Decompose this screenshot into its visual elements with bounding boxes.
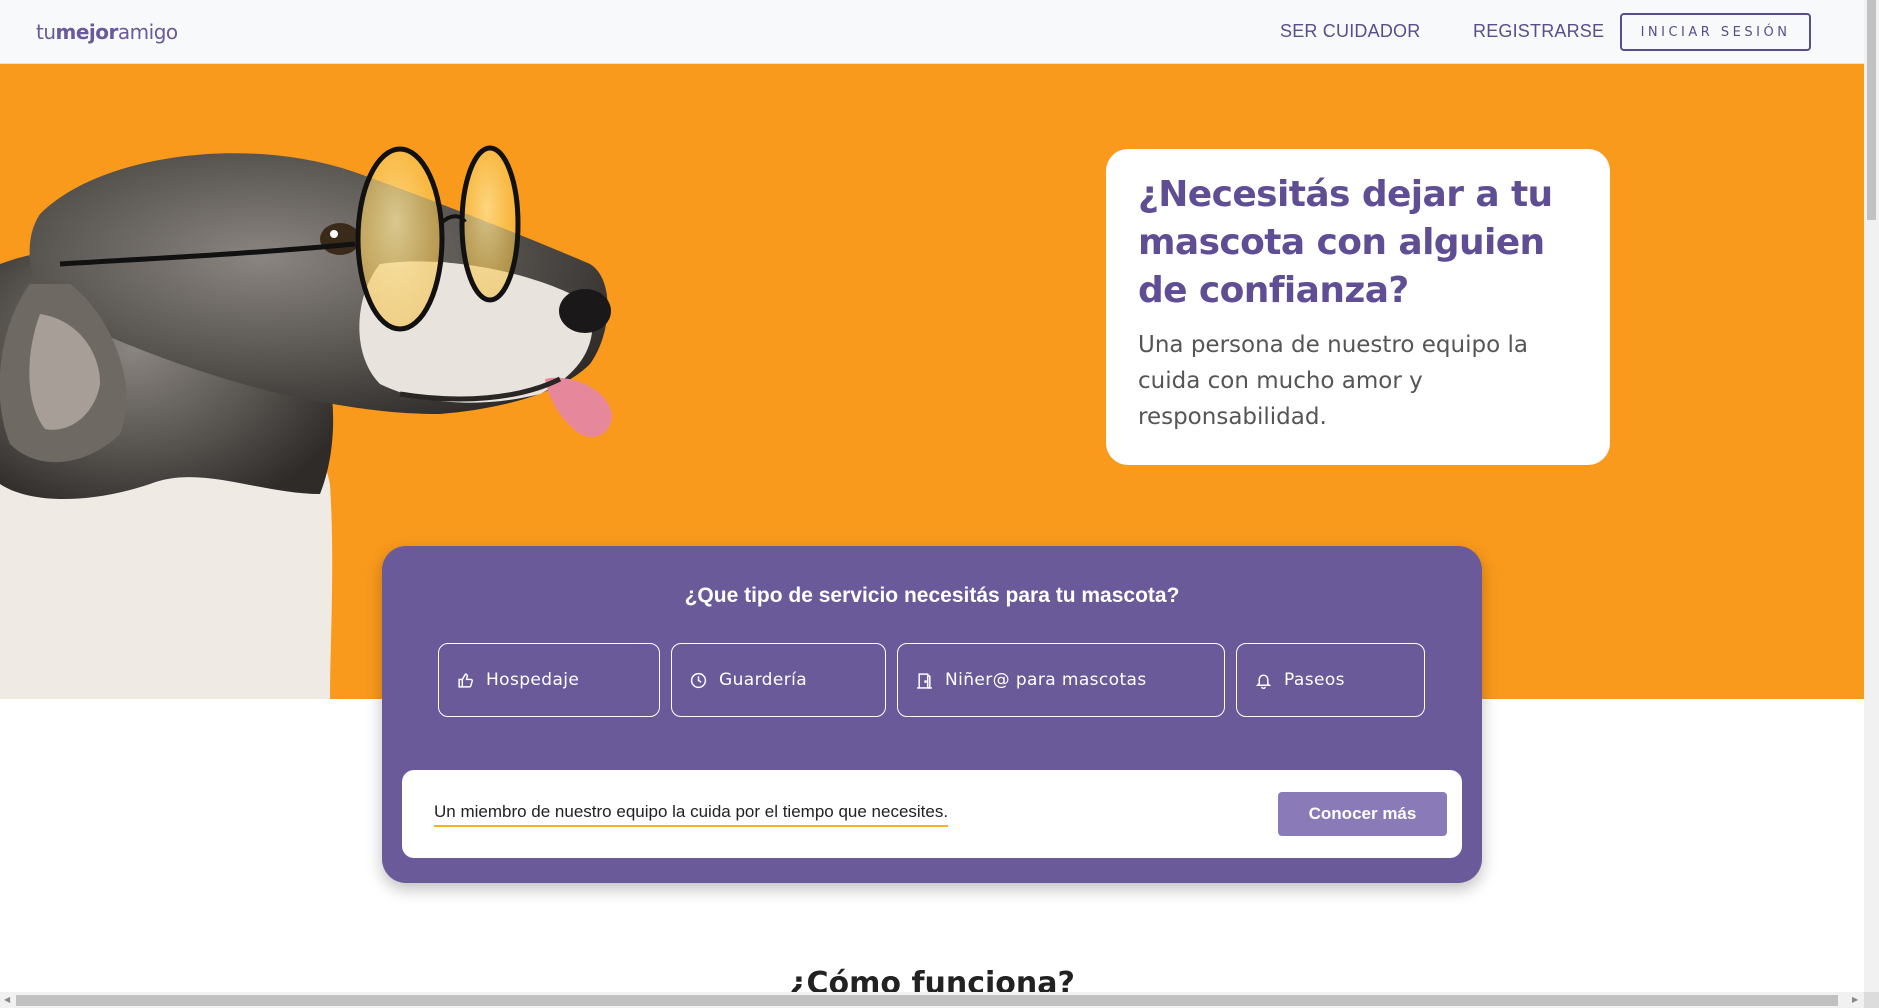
- horizontal-scroll-thumb[interactable]: [16, 995, 1838, 1006]
- service-ninera-button[interactable]: Niñer@ para mascotas: [897, 643, 1225, 717]
- service-label: Guardería: [719, 670, 808, 690]
- vertical-scroll-thumb[interactable]: [1867, 0, 1876, 220]
- service-guarderia-button[interactable]: Guardería: [671, 643, 886, 717]
- service-selector-panel: ¿Que tipo de servicio necesitás para tu …: [382, 546, 1482, 883]
- vertical-scrollbar[interactable]: [1864, 0, 1879, 992]
- logo[interactable]: tumejoramigo: [36, 20, 178, 44]
- scroll-right-arrow-icon[interactable]: ▶: [1852, 995, 1858, 1004]
- hero-subtitle: Una persona de nuestro equipo la cuida c…: [1138, 332, 1528, 430]
- logo-part-2: amigo: [117, 20, 178, 44]
- door-icon: [917, 672, 932, 689]
- clock-icon: [690, 672, 707, 688]
- service-label: Paseos: [1284, 670, 1345, 690]
- login-button[interactable]: INICIAR SESIÓN: [1620, 13, 1811, 51]
- thumbs-up-icon: [458, 672, 473, 688]
- top-navbar: tumejoramigo SER CUIDADOR REGISTRARSE IN…: [0, 0, 1864, 64]
- service-info-text: Un miembro de nuestro equipo la cuida po…: [434, 802, 949, 827]
- bell-icon: [1255, 673, 1272, 689]
- service-question: ¿Que tipo de servicio necesitás para tu …: [684, 584, 1180, 607]
- service-hospedaje-button[interactable]: Hospedaje: [438, 643, 660, 717]
- horizontal-scrollbar[interactable]: ◀ ▶: [0, 992, 1864, 1008]
- hero-card: ¿Necesitás dejar a tu mascota con alguie…: [1106, 149, 1610, 465]
- logo-part-1: tu: [36, 20, 56, 44]
- service-paseos-button[interactable]: Paseos: [1236, 643, 1425, 717]
- nav-ser-cuidador-link[interactable]: SER CUIDADOR: [1280, 21, 1420, 42]
- service-info-box: Un miembro de nuestro equipo la cuida po…: [402, 770, 1462, 858]
- service-label: Niñer@ para mascotas: [945, 670, 1147, 690]
- scrollbar-corner: [1864, 992, 1879, 1008]
- hero-title: ¿Necesitás dejar a tu mascota con alguie…: [1138, 174, 1553, 311]
- nav-registrarse-link[interactable]: REGISTRARSE: [1473, 21, 1604, 42]
- scroll-left-arrow-icon[interactable]: ◀: [4, 995, 10, 1004]
- conocer-mas-button[interactable]: Conocer más: [1278, 792, 1447, 836]
- logo-part-bold: mejor: [55, 20, 119, 44]
- service-label: Hospedaje: [486, 670, 580, 690]
